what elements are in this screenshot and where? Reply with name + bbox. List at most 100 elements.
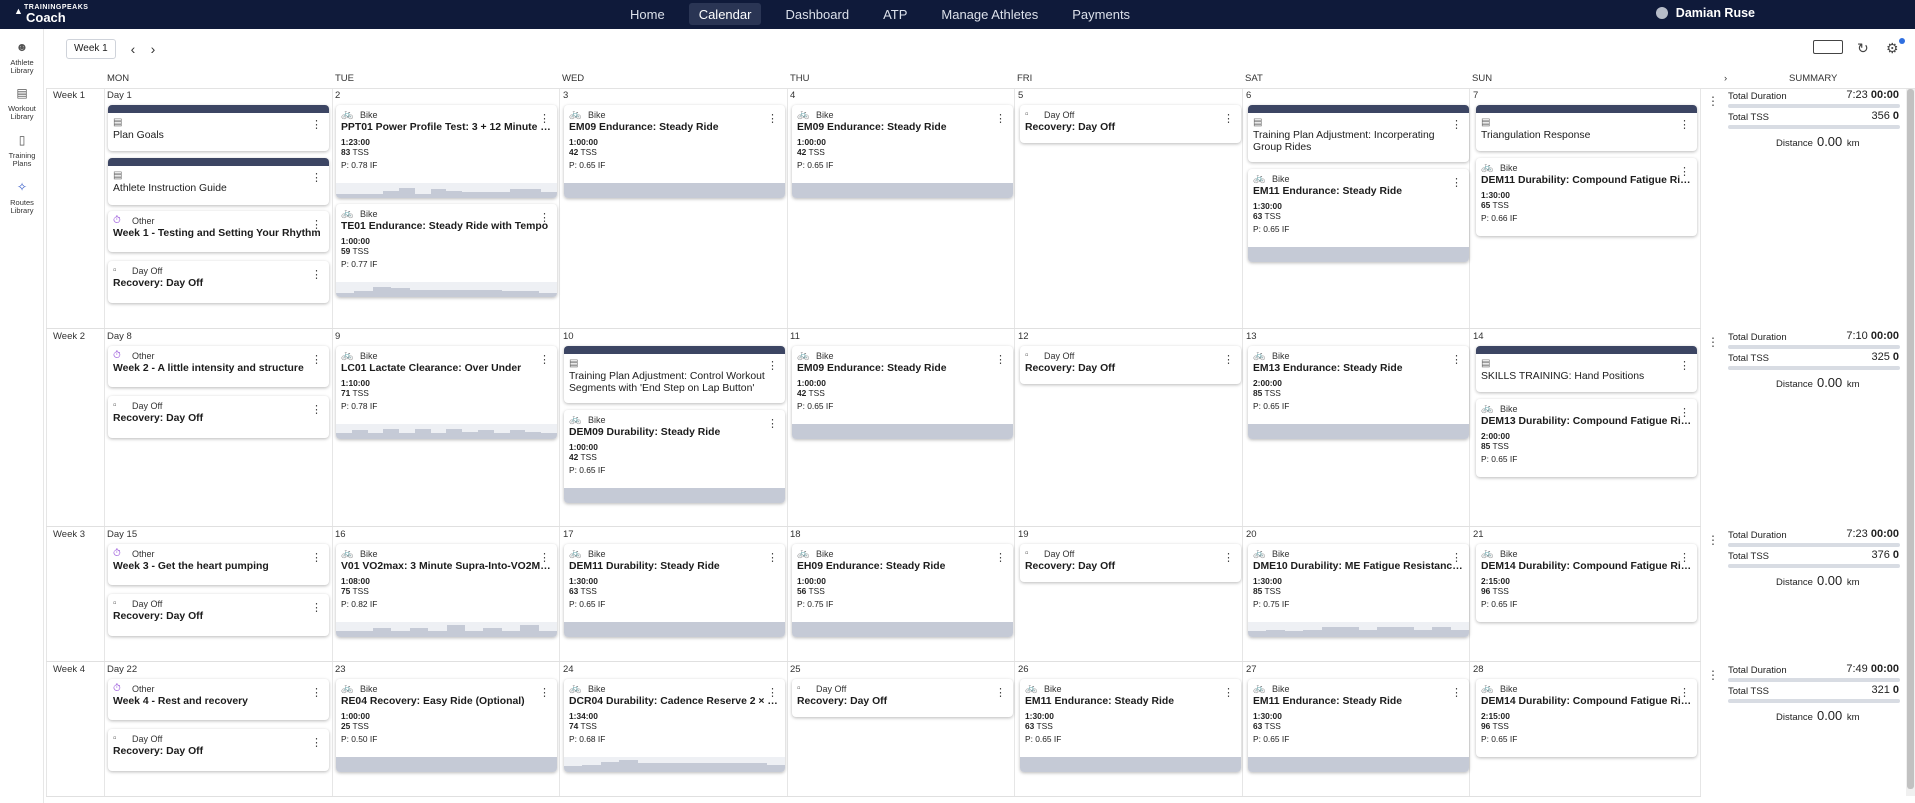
workout-card[interactable]: ⏱ Other ⋮ Week 3 - Get the heart pumping <box>108 544 329 585</box>
workout-card[interactable]: 🚲 Bike ⋮ V01 VO2max: 3 Minute Supra-Into-… <box>336 544 557 637</box>
scrollbar-thumb[interactable] <box>1907 89 1914 789</box>
vertical-scrollbar[interactable] <box>1906 89 1915 796</box>
trainingpeaks-logo[interactable]: ▲ TRAININGPEAKS Coach <box>14 4 104 26</box>
more-options-icon[interactable]: ⋮ <box>1679 120 1690 131</box>
workout-card[interactable]: 🚲 Bike ⋮ RE04 Recovery: Easy Ride (Option… <box>336 679 557 772</box>
more-options-icon[interactable]: ⋮ <box>767 553 778 564</box>
chevron-left-icon[interactable]: ‹ <box>126 39 140 59</box>
workout-card[interactable]: 🚲 Bike ⋮ EM09 Endurance: Steady Ride 1:00… <box>792 346 1013 439</box>
week-selector-button[interactable]: Week 1 <box>66 39 116 59</box>
day-off-card[interactable]: ▫ Day Off ⋮ Recovery: Day Off <box>108 261 329 303</box>
more-options-icon[interactable]: ⋮ <box>311 355 322 366</box>
more-options-icon[interactable]: ⋮ <box>1679 408 1690 419</box>
note-card[interactable]: ▤ ⋮ Athlete Instruction Guide <box>108 158 329 205</box>
day-off-card[interactable]: ▫ Day Off ⋮ Recovery: Day Off <box>792 679 1013 717</box>
note-card[interactable]: ▤ ⋮ SKILLS TRAINING: Hand Positions <box>1476 346 1697 392</box>
more-options-icon[interactable]: ⋮ <box>311 738 322 749</box>
workout-card[interactable]: 🚲 Bike ⋮ EH09 Endurance: Steady Ride 1:00… <box>792 544 1013 637</box>
week-options-icon[interactable]: ⋮ <box>1707 336 1719 348</box>
nav-atp[interactable]: ATP <box>873 3 917 25</box>
workout-card[interactable]: ⏱ Other ⋮ Week 2 - A little intensity and… <box>108 346 329 387</box>
more-options-icon[interactable]: ⋮ <box>311 603 322 614</box>
rail-workout-library[interactable]: ▤ Workout Library <box>0 87 44 121</box>
note-card[interactable]: ▤ ⋮ Training Plan Adjustment: Incorperat… <box>1248 105 1469 162</box>
week-options-icon[interactable]: ⋮ <box>1707 669 1719 681</box>
more-options-icon[interactable]: ⋮ <box>1451 688 1462 699</box>
more-options-icon[interactable]: ⋮ <box>311 220 322 231</box>
more-options-icon[interactable]: ⋮ <box>767 114 778 125</box>
workout-card[interactable]: 🚲 Bike ⋮ EM11 Endurance: Steady Ride 1:30… <box>1020 679 1241 772</box>
more-options-icon[interactable]: ⋮ <box>1223 688 1234 699</box>
rail-routes-library[interactable]: ✧ Routes Library <box>0 181 44 215</box>
more-options-icon[interactable]: ⋮ <box>1451 355 1462 366</box>
more-options-icon[interactable]: ⋮ <box>767 688 778 699</box>
workout-card[interactable]: 🚲 Bike ⋮ EM09 Endurance: Steady Ride 1:00… <box>792 105 1013 198</box>
day-off-card[interactable]: ▫ Day Off ⋮ Recovery: Day Off <box>1020 544 1241 582</box>
more-options-icon[interactable]: ⋮ <box>1223 553 1234 564</box>
day-off-card[interactable]: ▫ Day Off ⋮ Recovery: Day Off <box>108 396 329 438</box>
workout-card[interactable]: 🚲 Bike ⋮ PPT01 Power Profile Test: 3 + 12… <box>336 105 557 198</box>
workout-card[interactable]: 🚲 Bike ⋮ EM13 Endurance: Steady Ride 2:00… <box>1248 346 1469 439</box>
more-options-icon[interactable]: ⋮ <box>311 688 322 699</box>
more-options-icon[interactable]: ⋮ <box>1223 114 1234 125</box>
day-off-card[interactable]: ▫ Day Off ⋮ Recovery: Day Off <box>1020 105 1241 143</box>
more-options-icon[interactable]: ⋮ <box>311 553 322 564</box>
more-options-icon[interactable]: ⋮ <box>1679 361 1690 372</box>
settings-gear-icon[interactable]: ⚙ <box>1886 40 1899 57</box>
more-options-icon[interactable]: ⋮ <box>1679 167 1690 178</box>
day-off-card[interactable]: ▫ Day Off ⋮ Recovery: Day Off <box>108 594 329 636</box>
more-options-icon[interactable]: ⋮ <box>311 173 322 184</box>
nav-dashboard[interactable]: Dashboard <box>775 3 859 25</box>
workout-card[interactable]: 🚲 Bike ⋮ DEM13 Durability: Compound Fatig… <box>1476 399 1697 477</box>
note-card[interactable]: ▤ ⋮ Training Plan Adjustment: Control Wo… <box>564 346 785 403</box>
workout-card[interactable]: 🚲 Bike ⋮ DEM11 Durability: Steady Ride 1:… <box>564 544 785 637</box>
summary-collapse-icon[interactable]: › <box>1724 73 1727 87</box>
workout-card[interactable]: 🚲 Bike ⋮ DEM09 Durability: Steady Ride 1:… <box>564 410 785 503</box>
more-options-icon[interactable]: ⋮ <box>767 361 778 372</box>
more-options-icon[interactable]: ⋮ <box>539 114 550 125</box>
nav-home[interactable]: Home <box>620 3 675 25</box>
more-options-icon[interactable]: ⋮ <box>995 114 1006 125</box>
workout-card[interactable]: 🚲 Bike ⋮ DEM14 Durability: Compound Fatig… <box>1476 679 1697 757</box>
day-off-card[interactable]: ▫ Day Off ⋮ Recovery: Day Off <box>1020 346 1241 384</box>
more-options-icon[interactable]: ⋮ <box>539 355 550 366</box>
nav-calendar[interactable]: Calendar <box>688 3 762 25</box>
workout-card[interactable]: 🚲 Bike ⋮ EM11 Endurance: Steady Ride 1:30… <box>1248 169 1469 262</box>
more-options-icon[interactable]: ⋮ <box>539 688 550 699</box>
workout-card[interactable]: 🚲 Bike ⋮ EM09 Endurance: Steady Ride 1:00… <box>564 105 785 198</box>
workout-card[interactable]: 🚲 Bike ⋮ LC01 Lactate Clearance: Over Und… <box>336 346 557 439</box>
more-options-icon[interactable]: ⋮ <box>1451 553 1462 564</box>
chevron-right-icon[interactable]: › <box>146 39 160 59</box>
more-options-icon[interactable]: ⋮ <box>311 120 322 131</box>
more-options-icon[interactable]: ⋮ <box>995 553 1006 564</box>
workout-card[interactable]: ⏱ Other ⋮ Week 1 - Testing and Setting Yo… <box>108 211 329 252</box>
week-options-icon[interactable]: ⋮ <box>1707 95 1719 107</box>
workout-card[interactable]: 🚲 Bike ⋮ EM11 Endurance: Steady Ride 1:30… <box>1248 679 1469 772</box>
more-options-icon[interactable]: ⋮ <box>995 688 1006 699</box>
note-card[interactable]: ▤ ⋮ Triangulation Response <box>1476 105 1697 151</box>
more-options-icon[interactable]: ⋮ <box>1451 178 1462 189</box>
more-options-icon[interactable]: ⋮ <box>995 355 1006 366</box>
day-off-card[interactable]: ▫ Day Off ⋮ Recovery: Day Off <box>108 729 329 771</box>
workout-card[interactable]: 🚲 Bike ⋮ DEM11 Durability: Compound Fatig… <box>1476 158 1697 236</box>
more-options-icon[interactable]: ⋮ <box>1451 120 1462 131</box>
more-options-icon[interactable]: ⋮ <box>539 553 550 564</box>
calendar-view-icon[interactable] <box>1813 40 1843 54</box>
nav-payments[interactable]: Payments <box>1062 3 1140 25</box>
more-options-icon[interactable]: ⋮ <box>539 213 550 224</box>
more-options-icon[interactable]: ⋮ <box>1679 553 1690 564</box>
refresh-icon[interactable]: ↻ <box>1857 40 1869 57</box>
workout-card[interactable]: 🚲 Bike ⋮ TE01 Endurance: Steady Ride with… <box>336 204 557 297</box>
user-menu[interactable]: Damian Ruse <box>1655 6 1755 20</box>
rail-training-plans[interactable]: ▯ Training Plans <box>0 134 44 168</box>
workout-card[interactable]: 🚲 Bike ⋮ DEM14 Durability: Compound Fatig… <box>1476 544 1697 622</box>
more-options-icon[interactable]: ⋮ <box>1223 355 1234 366</box>
workout-card[interactable]: 🚲 Bike ⋮ DCR04 Durability: Cadence Reserv… <box>564 679 785 772</box>
workout-card[interactable]: ⏱ Other ⋮ Week 4 - Rest and recovery <box>108 679 329 720</box>
more-options-icon[interactable]: ⋮ <box>767 419 778 430</box>
week-options-icon[interactable]: ⋮ <box>1707 534 1719 546</box>
nav-manage-athletes[interactable]: Manage Athletes <box>931 3 1048 25</box>
workout-card[interactable]: 🚲 Bike ⋮ DME10 Durability: ME Fatigue Res… <box>1248 544 1469 637</box>
more-options-icon[interactable]: ⋮ <box>311 270 322 281</box>
note-card[interactable]: ▤ ⋮ Plan Goals <box>108 105 329 151</box>
